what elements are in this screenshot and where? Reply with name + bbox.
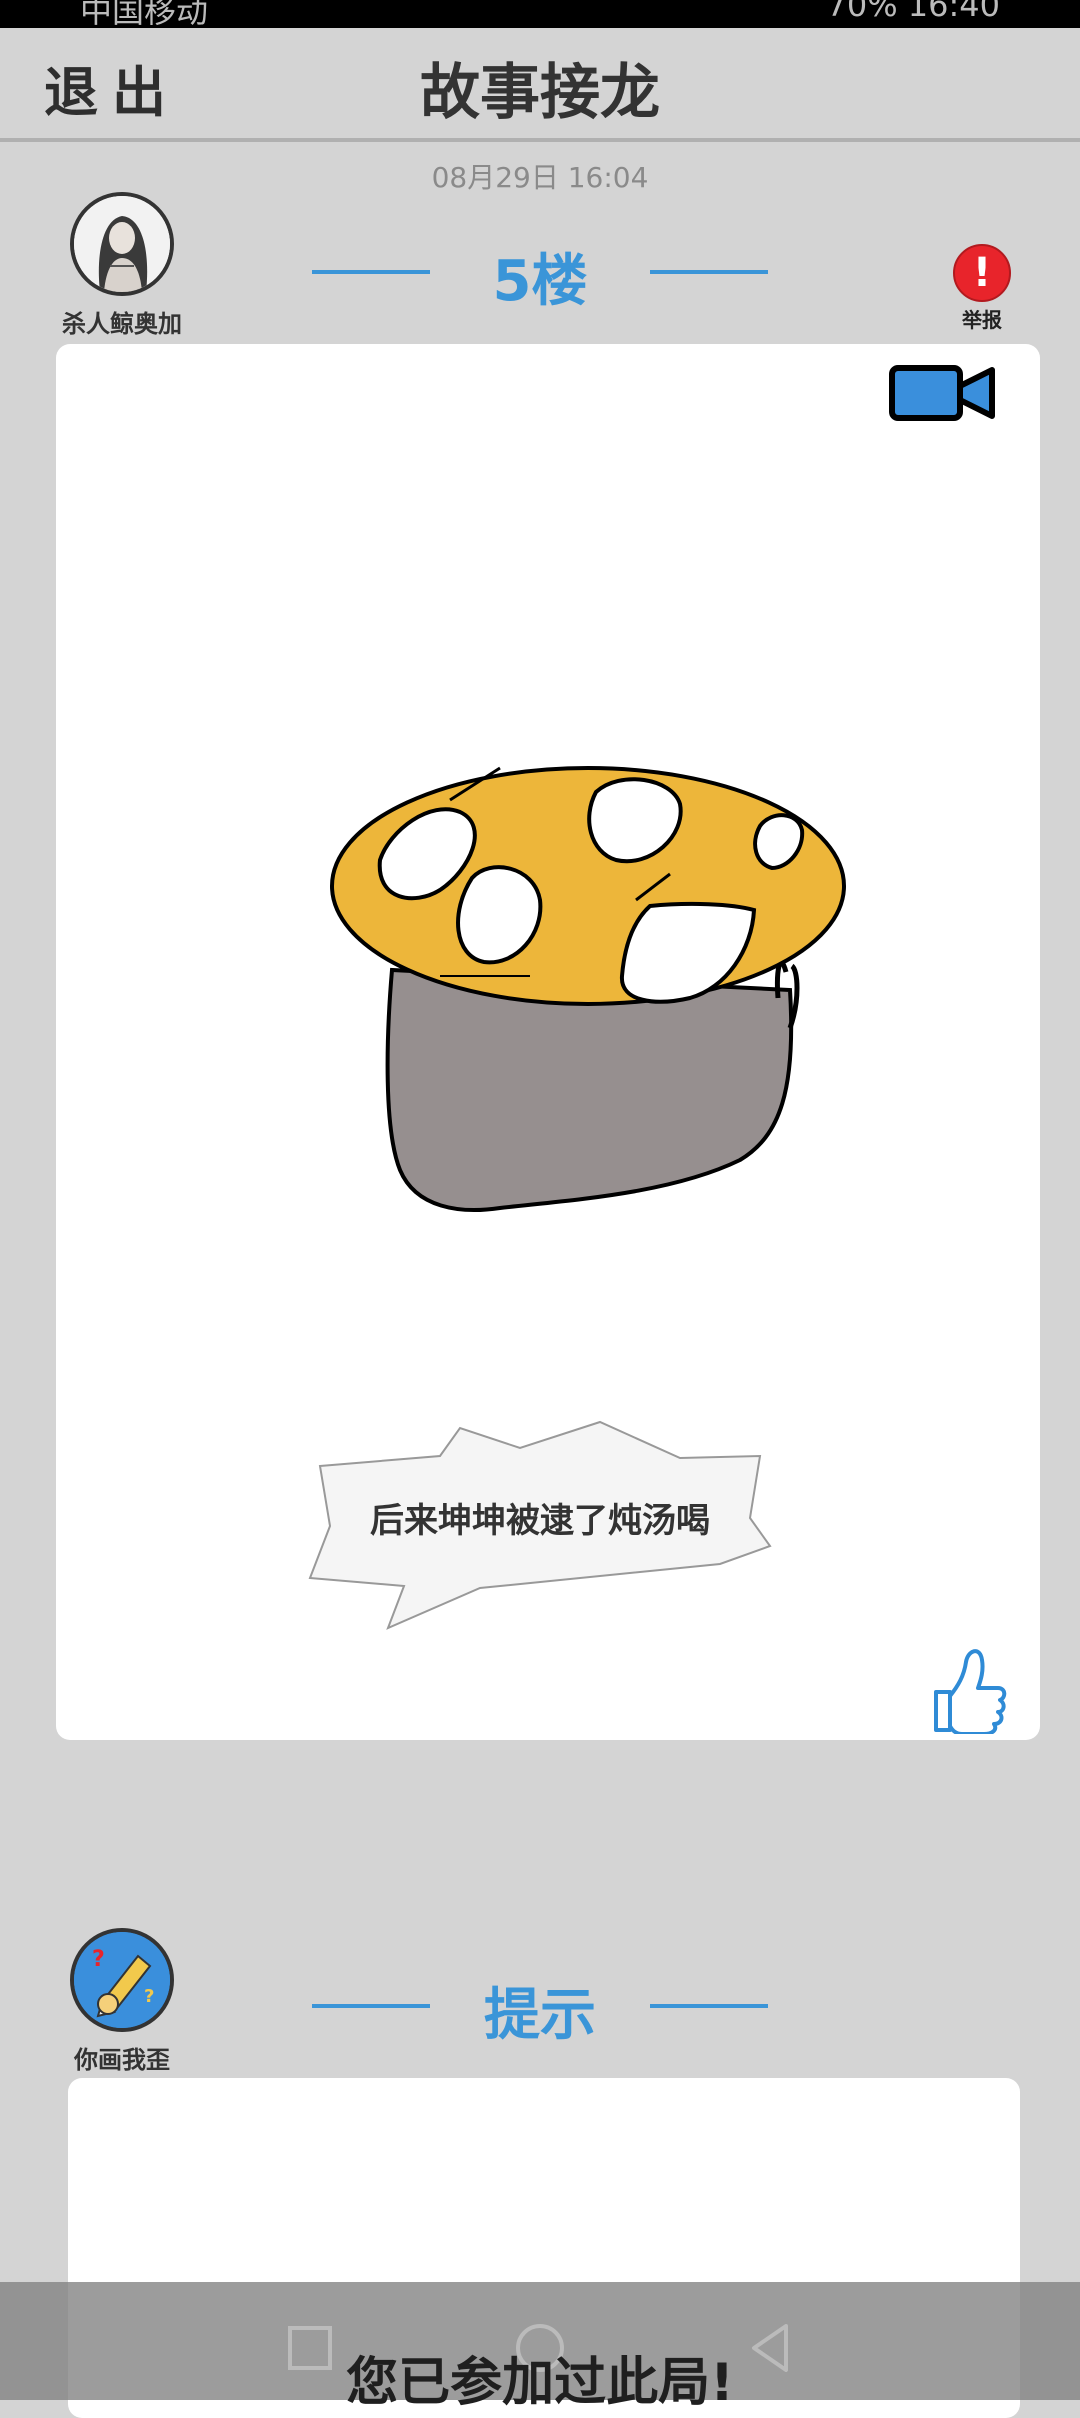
carrier-label: 中国移动 xyxy=(80,0,209,28)
time-label: 16:40 xyxy=(907,0,1000,24)
caption-text: 后来坤坤被逮了炖汤喝 xyxy=(370,1501,710,1541)
report-button[interactable]: ! 举报 xyxy=(950,244,1014,333)
hint-title: 提示 xyxy=(484,1983,596,2048)
caption-bubble: 后来坤坤被逮了炖汤喝 xyxy=(300,1418,780,1638)
post-timestamp: 08月29日 16:04 xyxy=(431,161,649,194)
page-title: 故事接龙 xyxy=(420,58,660,128)
divider-right xyxy=(650,270,768,274)
floor-number: 5楼 xyxy=(492,249,588,314)
svg-text:?: ? xyxy=(92,1947,105,1972)
clock: 70% 16:40 xyxy=(826,0,1000,24)
report-icon: ! xyxy=(953,244,1011,302)
top-bar: 退出 故事接龙 xyxy=(0,28,1080,142)
battery-label: 70% xyxy=(826,0,898,24)
video-camera-icon[interactable] xyxy=(888,362,1000,424)
thumbs-up-icon[interactable] xyxy=(928,1642,1008,1734)
joined-message: 您已参加过此局! xyxy=(346,2353,734,2413)
status-bar: 中国移动 70% 16:40 xyxy=(0,0,1080,28)
report-label: 举报 xyxy=(962,308,1002,332)
drawing-image xyxy=(330,766,846,1212)
divider-right xyxy=(650,2004,768,2008)
